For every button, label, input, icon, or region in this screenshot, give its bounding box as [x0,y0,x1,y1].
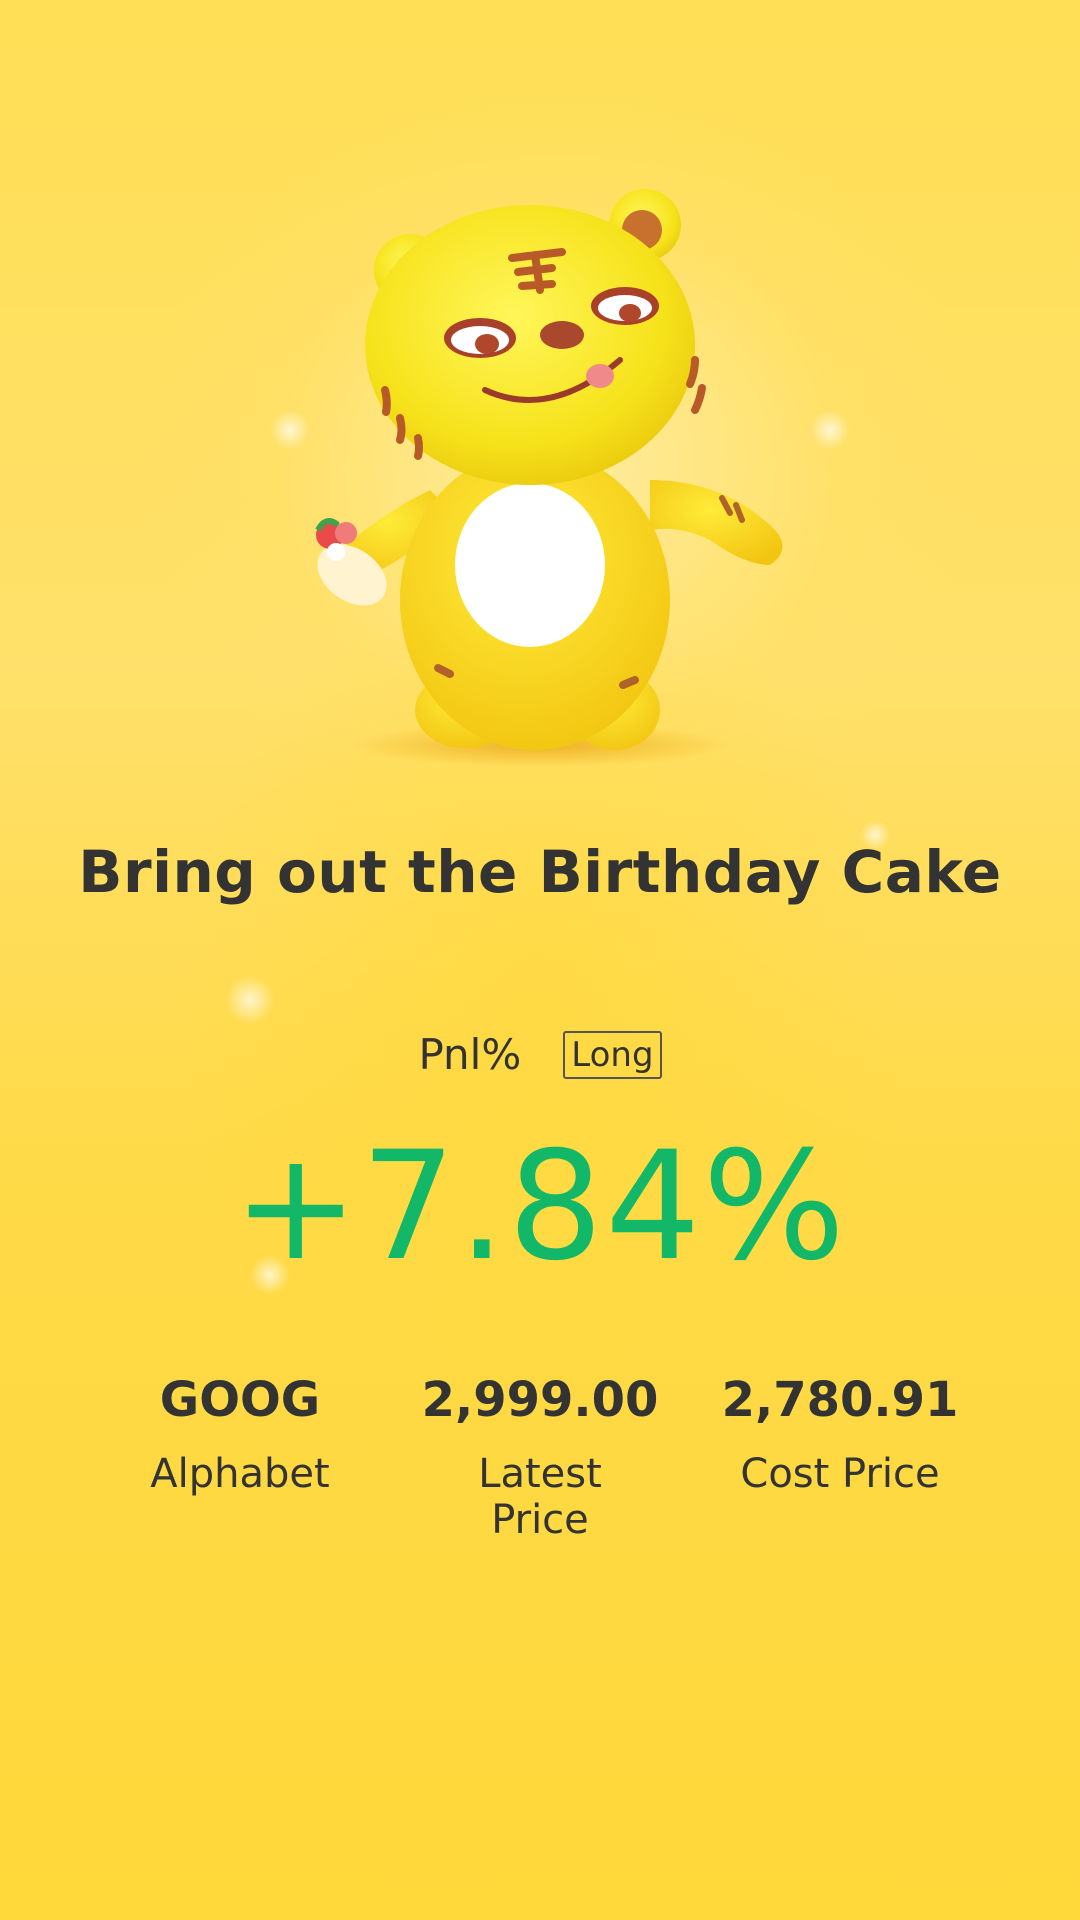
company-name: Alphabet [150,1451,330,1497]
pnl-label: Pnl% [418,1030,522,1079]
pnl-row: Pnl% Long [0,1030,1080,1079]
position-badge: Long [563,1030,662,1079]
sparkle-decoration [225,975,275,1025]
tiger-mascot-icon [315,189,783,767]
latest-price-label: Latest Price [478,1451,602,1543]
stat-symbol: GOOG Alphabet [90,1365,390,1543]
stock-symbol: GOOG [159,1372,321,1428]
stat-latest-price: 2,999.00 Latest Price [390,1365,690,1543]
latest-price-value: 2,999.00 [421,1372,659,1428]
stats-row: GOOG Alphabet 2,999.00 Latest Price 2,78… [90,1365,990,1543]
cost-price-value: 2,780.91 [721,1372,959,1428]
cost-price-label: Cost Price [740,1451,940,1497]
stat-cost-price: 2,780.91 Cost Price [690,1365,990,1543]
pnl-value: +7.84% [232,1120,848,1294]
page-title: Bring out the Birthday Cake [78,838,1002,906]
